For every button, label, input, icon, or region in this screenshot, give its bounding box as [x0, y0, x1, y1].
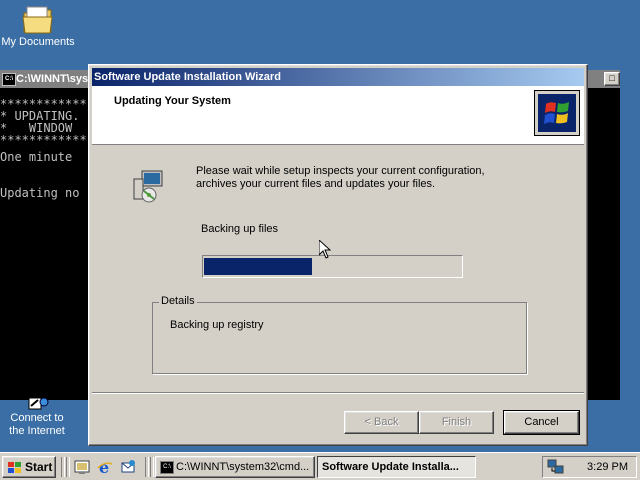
wizard-heading: Updating Your System [114, 95, 231, 107]
wizard-separator [92, 392, 584, 394]
taskbar-separator [61, 457, 65, 477]
setup-computer-icon [133, 170, 163, 203]
wizard-header: Updating Your System [92, 86, 584, 145]
console-restore-button[interactable]: □ [604, 72, 620, 86]
start-button[interactable]: Start [2, 456, 56, 478]
windows-logo-icon [534, 90, 580, 136]
wizard-title-bar[interactable]: Software Update Installation Wizard [92, 68, 584, 86]
taskbar: Start e C:\ C:\WINNT\system32\cmd... Sof… [0, 452, 640, 480]
desktop-icon-label: Connect to the Internet [9, 412, 65, 437]
svg-text:e: e [99, 458, 109, 476]
details-legend: Details [159, 295, 197, 307]
details-text: Backing up registry [170, 319, 264, 331]
progress-label: Backing up files [201, 223, 279, 235]
taskbar-separator [145, 457, 149, 477]
cancel-button[interactable]: Cancel [503, 410, 580, 435]
start-label: Start [25, 460, 53, 474]
back-button[interactable]: < Back [344, 411, 419, 434]
progress-fill [204, 258, 312, 275]
console-line: Updating no [0, 186, 80, 200]
wizard-intro-text: Please wait while setup inspects your cu… [196, 165, 485, 190]
internet-explorer-icon[interactable]: e [96, 458, 114, 476]
system-tray: 3:29 PM [542, 456, 637, 478]
wizard-window[interactable]: Software Update Installation Wizard Upda… [88, 64, 588, 446]
desktop-icon-my-documents[interactable]: My Documents [0, 4, 76, 49]
outlook-express-icon[interactable] [119, 458, 137, 476]
desktop-icon-connect-internet[interactable]: Connect to the Internet [0, 396, 74, 438]
taskbar-separator [66, 457, 70, 477]
taskbar-separator [150, 457, 154, 477]
wizard-body: Please wait while setup inspects your cu… [92, 145, 584, 442]
wizard-title: Software Update Installation Wizard [94, 71, 281, 83]
windows-flag-icon [8, 462, 21, 473]
folder-icon [22, 6, 53, 34]
internet-connection-icon [28, 397, 49, 410]
clock[interactable]: 3:29 PM [587, 461, 628, 473]
console-task-icon: C:\ [160, 461, 174, 474]
desktop-icon[interactable] [73, 458, 91, 476]
finish-button[interactable]: Finish [419, 411, 494, 434]
mouse-cursor-icon [319, 240, 331, 259]
task-button-label: Software Update Installa... [322, 461, 459, 473]
network-tray-icon[interactable] [547, 459, 565, 475]
task-button-console[interactable]: C:\ C:\WINNT\system32\cmd... [155, 456, 315, 478]
console-system-icon[interactable]: C:\ [2, 73, 16, 86]
task-button-wizard[interactable]: Software Update Installa... [317, 456, 476, 478]
progress-bar [202, 255, 463, 278]
console-line: ************ [0, 133, 87, 147]
desktop-icon-label: My Documents [1, 36, 75, 48]
task-button-label: C:\WINNT\system32\cmd... [176, 461, 310, 473]
details-group: Details Backing up registry [152, 295, 527, 374]
